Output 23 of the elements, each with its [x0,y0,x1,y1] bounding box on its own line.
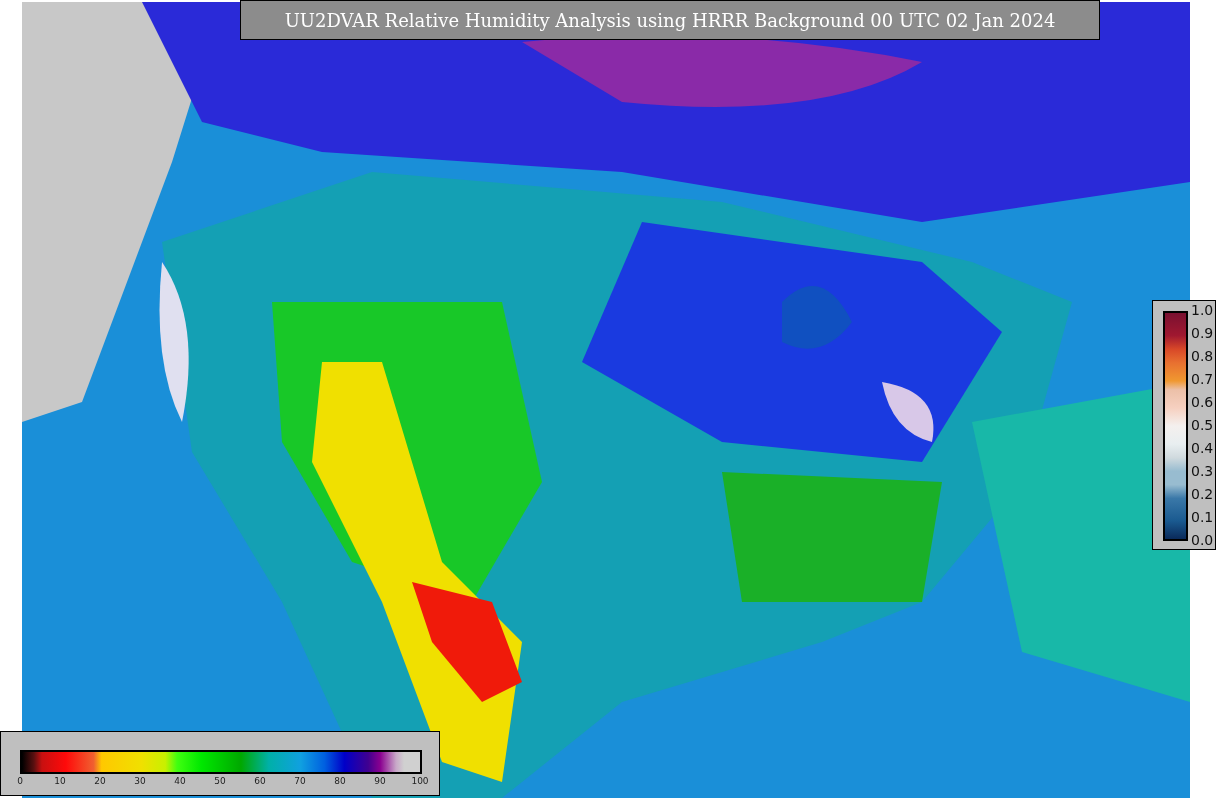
tick-label: 0.3 [1191,464,1214,478]
tick-label: 30 [134,777,146,786]
tick-label: 60 [254,777,266,786]
tick-label: 90 [374,777,386,786]
tick-label: 0.5 [1191,418,1214,432]
map-title: UU2DVAR Relative Humidity Analysis using HRRR Background 00 UTC 02 Jan 2024 [240,0,1100,40]
tick-label: 1.0 [1191,303,1214,317]
tick-label: 70 [294,777,306,786]
tick-label: 0.9 [1191,326,1214,340]
tick-label: 0.6 [1191,395,1214,409]
tick-label: 0.1 [1191,510,1214,524]
tick-label: 80 [334,777,346,786]
tick-label: 10 [54,777,66,786]
tick-label: 0.4 [1191,441,1214,455]
tick-label: 100 [411,777,429,786]
tick-label: 0.7 [1191,372,1214,386]
tick-label: 0.0 [1191,533,1214,547]
tick-label: 20 [94,777,106,786]
tick-label: 50 [214,777,226,786]
tick-label: 0.2 [1191,487,1214,501]
tick-label: 40 [174,777,186,786]
tick-label: 0 [17,777,23,786]
tick-label: 0.8 [1191,349,1214,363]
